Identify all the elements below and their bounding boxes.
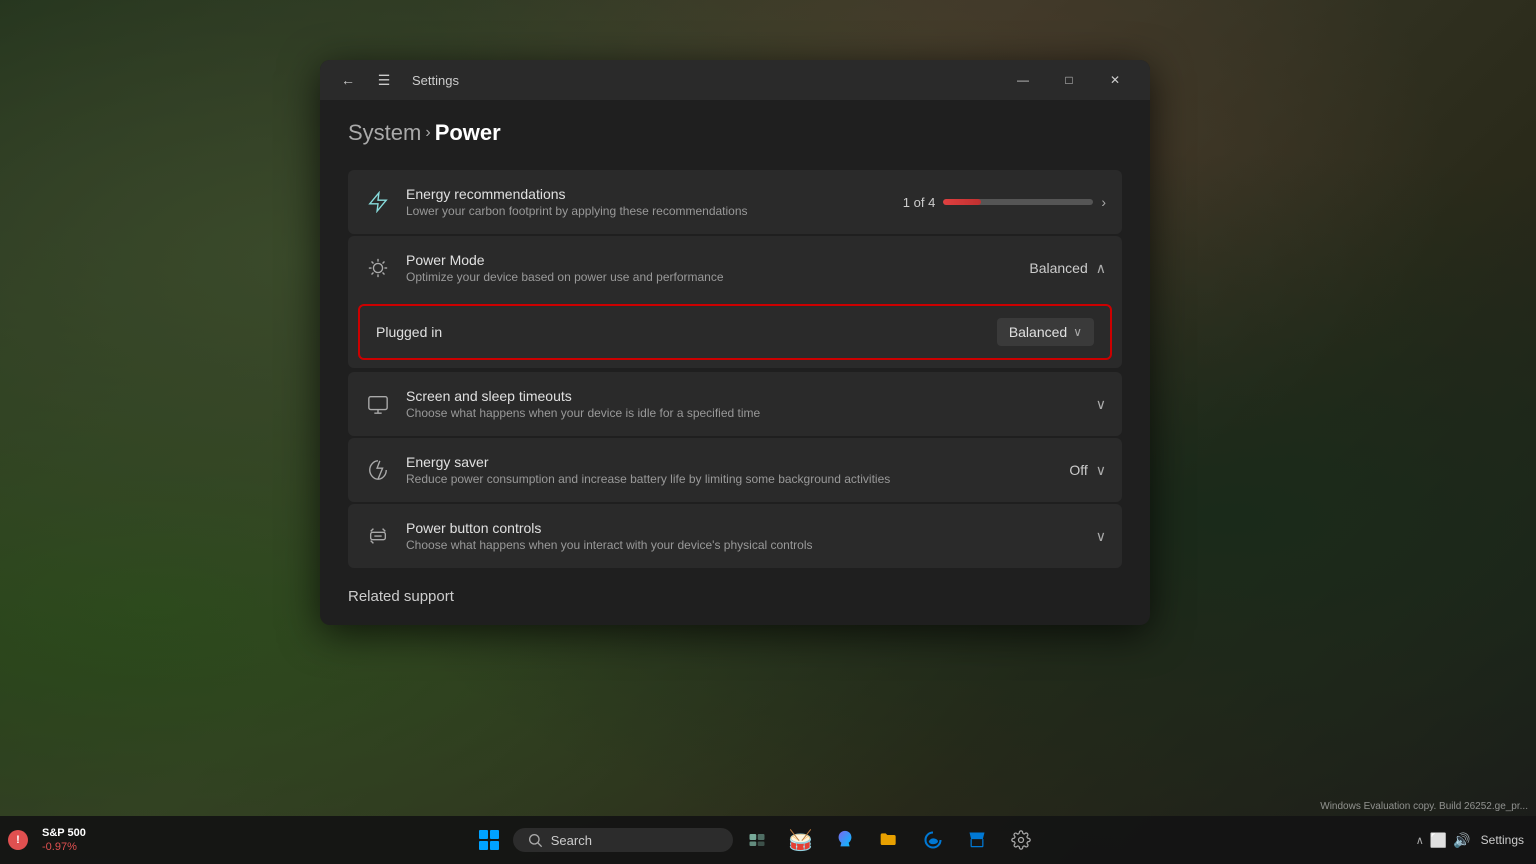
energy-rec-right: 1 of 4 › bbox=[903, 194, 1106, 210]
close-button[interactable]: ✕ bbox=[1092, 64, 1138, 96]
windows-start-button[interactable] bbox=[469, 820, 509, 860]
power-mode-chevron: ∧ bbox=[1096, 260, 1106, 277]
settings-list: Energy recommendations Lower your carbon… bbox=[348, 170, 1122, 568]
maximize-button[interactable]: □ bbox=[1046, 64, 1092, 96]
energy-bar-fill bbox=[943, 199, 981, 205]
energy-rec-desc: Lower your carbon footprint by applying … bbox=[406, 204, 889, 218]
breadcrumb-current: Power bbox=[435, 120, 501, 146]
related-support[interactable]: Related support bbox=[348, 588, 1122, 605]
power-button-title: Power button controls bbox=[406, 520, 1082, 536]
task-view-button[interactable] bbox=[737, 820, 777, 860]
screen-sleep-item[interactable]: Screen and sleep timeouts Choose what ha… bbox=[348, 372, 1122, 436]
balanced-dropdown[interactable]: Balanced ∨ bbox=[997, 318, 1094, 346]
energy-bar-container: 1 of 4 bbox=[903, 195, 1094, 210]
volume-icon[interactable]: 🔊 bbox=[1453, 832, 1470, 849]
plugged-in-label: Plugged in bbox=[376, 324, 997, 340]
sys-tray: ∧ ⬜ 🔊 Settings bbox=[1416, 832, 1524, 849]
screen-sleep-title: Screen and sleep timeouts bbox=[406, 388, 1082, 404]
stock-change: -0.97% bbox=[42, 840, 86, 854]
breadcrumb: System › Power bbox=[348, 120, 1122, 146]
store-icon bbox=[967, 830, 987, 850]
screen-sleep-chevron: ∨ bbox=[1096, 396, 1106, 413]
energy-saver-title: Energy saver bbox=[406, 454, 1055, 470]
hamburger-button[interactable]: ☰ bbox=[368, 64, 400, 96]
titlebar-title: Settings bbox=[408, 73, 992, 88]
search-bar-label: Search bbox=[551, 833, 592, 848]
edge-button[interactable] bbox=[913, 820, 953, 860]
back-button[interactable]: ← bbox=[332, 64, 364, 96]
power-button-right: ∨ bbox=[1096, 528, 1106, 545]
screen-sleep-desc: Choose what happens when your device is … bbox=[406, 406, 1082, 420]
power-button-desc: Choose what happens when you interact wi… bbox=[406, 538, 1082, 552]
screen-sleep-text: Screen and sleep timeouts Choose what ha… bbox=[406, 388, 1082, 420]
desktop: Windows Evaluation copy. Build 26252.ge_… bbox=[0, 0, 1536, 864]
taskbar-search[interactable]: Search bbox=[513, 828, 733, 852]
power-mode-header[interactable]: Power Mode Optimize your device based on… bbox=[348, 236, 1122, 300]
screen-sleep-icon bbox=[364, 393, 392, 415]
titlebar-nav: ← ☰ bbox=[332, 64, 400, 96]
energy-rec-icon bbox=[364, 191, 392, 213]
power-mode-section: Power Mode Optimize your device based on… bbox=[348, 236, 1122, 368]
power-mode-value: Balanced bbox=[1029, 260, 1087, 276]
task-view-icon bbox=[748, 831, 766, 849]
up-arrow-icon[interactable]: ∧ bbox=[1416, 834, 1424, 847]
energy-saver-right: Off ∨ bbox=[1069, 462, 1106, 479]
power-mode-right: Balanced ∧ bbox=[1029, 260, 1106, 277]
file-explorer-icon bbox=[879, 830, 899, 850]
display-icon[interactable]: ⬜ bbox=[1430, 832, 1447, 849]
eval-watermark: Windows Evaluation copy. Build 26252.ge_… bbox=[1320, 801, 1528, 812]
energy-saver-chevron: ∨ bbox=[1096, 462, 1106, 479]
breadcrumb-arrow: › bbox=[425, 124, 430, 142]
power-button-icon bbox=[364, 525, 392, 547]
energy-rec-text: Energy recommendations Lower your carbon… bbox=[406, 186, 889, 218]
energy-saver-icon bbox=[364, 459, 392, 481]
balanced-value: Balanced bbox=[1009, 324, 1067, 340]
stock-alert-icon: ! bbox=[8, 830, 28, 850]
power-button-text: Power button controls Choose what happen… bbox=[406, 520, 1082, 552]
stock-widget[interactable]: S&P 500 -0.97% bbox=[34, 822, 94, 859]
energy-rec-title: Energy recommendations bbox=[406, 186, 889, 202]
energy-saver-item[interactable]: Energy saver Reduce power consumption an… bbox=[348, 438, 1122, 502]
energy-saver-desc: Reduce power consumption and increase ba… bbox=[406, 472, 1055, 486]
copilot-button[interactable] bbox=[825, 820, 865, 860]
power-mode-title: Power Mode bbox=[406, 252, 1015, 268]
plugged-in-row[interactable]: Plugged in Balanced ∨ bbox=[358, 304, 1112, 360]
screen-sleep-right: ∨ bbox=[1096, 396, 1106, 413]
window-content: System › Power Energy recommendations Lo… bbox=[320, 100, 1150, 625]
music-app-button[interactable]: 🥁 bbox=[781, 820, 821, 860]
energy-count: 1 of 4 bbox=[903, 195, 936, 210]
power-button-item[interactable]: Power button controls Choose what happen… bbox=[348, 504, 1122, 568]
energy-recommendations-item[interactable]: Energy recommendations Lower your carbon… bbox=[348, 170, 1122, 234]
power-button-chevron: ∨ bbox=[1096, 528, 1106, 545]
settings-app-button[interactable] bbox=[1001, 820, 1041, 860]
taskbar-left: ! S&P 500 -0.97% bbox=[0, 822, 94, 859]
breadcrumb-system[interactable]: System bbox=[348, 120, 421, 146]
drum-icon: 🥁 bbox=[788, 828, 813, 853]
edge-icon bbox=[923, 830, 943, 850]
stock-name: S&P 500 bbox=[42, 826, 86, 840]
search-icon bbox=[527, 832, 543, 848]
energy-rec-chevron: › bbox=[1101, 194, 1106, 210]
window-titlebar: ← ☰ Settings — □ ✕ bbox=[320, 60, 1150, 100]
power-mode-icon bbox=[364, 257, 392, 279]
settings-gear-icon bbox=[1011, 830, 1031, 850]
settings-window: ← ☰ Settings — □ ✕ System › Power bbox=[320, 60, 1150, 625]
windows-logo-icon bbox=[479, 830, 499, 850]
energy-saver-value: Off bbox=[1069, 462, 1087, 478]
taskbar-center: Search 🥁 bbox=[94, 820, 1416, 860]
store-button[interactable] bbox=[957, 820, 997, 860]
window-controls: — □ ✕ bbox=[1000, 64, 1138, 96]
dropdown-chevron-icon: ∨ bbox=[1073, 325, 1082, 339]
power-mode-desc: Optimize your device based on power use … bbox=[406, 270, 1015, 284]
energy-bar-track bbox=[943, 199, 1093, 205]
settings-tray-label[interactable]: Settings bbox=[1481, 833, 1524, 847]
copilot-icon bbox=[834, 829, 856, 851]
taskbar: ! S&P 500 -0.97% bbox=[0, 816, 1536, 864]
minimize-button[interactable]: — bbox=[1000, 64, 1046, 96]
power-mode-text: Power Mode Optimize your device based on… bbox=[406, 252, 1015, 284]
file-explorer-button[interactable] bbox=[869, 820, 909, 860]
energy-saver-text: Energy saver Reduce power consumption an… bbox=[406, 454, 1055, 486]
taskbar-right: ∧ ⬜ 🔊 Settings bbox=[1416, 832, 1536, 849]
